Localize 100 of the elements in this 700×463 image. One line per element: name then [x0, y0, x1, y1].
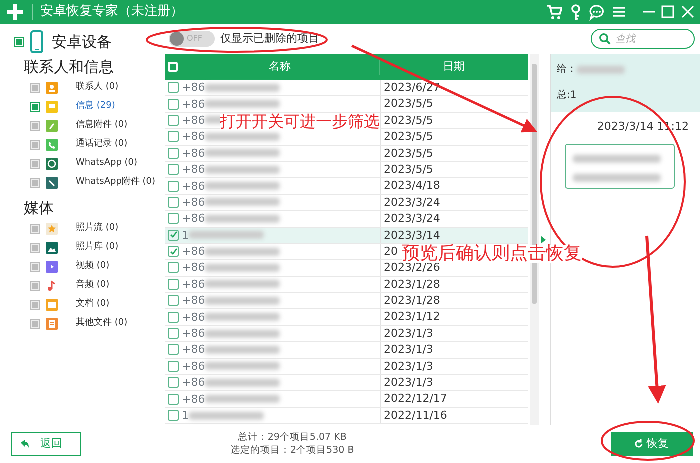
table-cell: 2023/5/5	[384, 130, 434, 144]
table-cell: +86	[182, 375, 206, 390]
row-checkbox[interactable]	[168, 98, 179, 110]
table-cell: +86	[182, 358, 206, 374]
category-checkbox[interactable]	[30, 280, 40, 290]
folder-icon	[46, 298, 58, 310]
category-item[interactable]: 信息 (29)	[76, 100, 116, 114]
table-cell: 2023/5/5	[384, 162, 434, 176]
annotation-text: 预览后确认则点击恢复	[402, 245, 582, 263]
back-arrow-icon	[20, 439, 30, 449]
row-checkbox[interactable]	[168, 312, 179, 323]
recipient-label: 给：	[557, 63, 577, 77]
category-item[interactable]: 其他文件 (0)	[76, 316, 128, 330]
row-checkbox[interactable]	[168, 213, 179, 224]
expand-handle-icon[interactable]	[541, 236, 546, 244]
category-checkbox[interactable]	[30, 159, 40, 169]
close-icon[interactable]	[680, 4, 694, 20]
row-checkbox[interactable]	[168, 394, 179, 405]
category-item[interactable]: WhatsApp (0)	[76, 157, 138, 171]
row-checkbox[interactable]	[168, 164, 179, 176]
row-checkbox[interactable]	[168, 131, 179, 142]
column-header: 名称	[268, 58, 292, 75]
selected-summary: 选定的项目：2个项目530 B	[230, 444, 354, 457]
category-item[interactable]: 联系人 (0)	[76, 81, 119, 95]
category-checkbox[interactable]	[30, 178, 40, 188]
table-cell: +86	[182, 211, 206, 226]
row-checkbox[interactable]	[168, 230, 179, 241]
table-cell: +86	[182, 129, 206, 144]
table-cell: +86	[182, 178, 206, 194]
table-cell: 2023/1/3	[384, 376, 434, 390]
device-checkbox[interactable]	[14, 37, 24, 47]
phone-icon	[30, 30, 44, 54]
table-cell: 2023/3/24	[384, 212, 440, 226]
row-checkbox[interactable]	[168, 148, 179, 159]
category-checkbox[interactable]	[30, 121, 40, 131]
category-item[interactable]: 照片流 (0)	[76, 222, 119, 236]
category-item[interactable]: 视频 (0)	[76, 260, 110, 274]
table-cell: +86	[182, 194, 206, 210]
category-checkbox[interactable]	[30, 83, 40, 93]
refresh-icon	[634, 439, 644, 449]
row-checkbox[interactable]	[168, 196, 179, 208]
row-checkbox[interactable]	[168, 295, 179, 306]
maximize-icon[interactable]	[661, 4, 675, 20]
category-heading: 媒体	[23, 198, 55, 218]
play-icon	[46, 260, 58, 272]
picture-icon	[46, 242, 58, 254]
cart-icon[interactable]	[546, 4, 562, 20]
category-checkbox[interactable]	[30, 300, 40, 310]
table-cell: +86	[182, 342, 206, 358]
table-cell: 2023/1/3	[384, 326, 434, 340]
select-all-checkbox[interactable]	[168, 62, 178, 72]
table-cell: +86	[182, 276, 206, 292]
table-cell: +86	[182, 326, 206, 342]
window-title: 安卓恢复专家（未注册）	[40, 3, 184, 22]
row-checkbox[interactable]	[168, 262, 179, 274]
category-item[interactable]: 文档 (0)	[76, 298, 110, 312]
row-checkbox[interactable]	[168, 344, 179, 356]
table-cell: 2023/6/27	[384, 81, 440, 94]
table-cell: 2022/11/16	[384, 408, 448, 422]
row-checkbox[interactable]	[168, 114, 179, 126]
row-checkbox[interactable]	[168, 180, 179, 192]
highlighted-row[interactable]: 1 2023/3/14	[165, 228, 528, 244]
table-cell: +86	[182, 293, 206, 308]
row-checkbox[interactable]	[168, 328, 179, 340]
category-item[interactable]: 照片库 (0)	[76, 240, 119, 254]
table-cell: +86	[182, 260, 206, 276]
table-cell: +86	[182, 146, 206, 161]
column-header: 日期	[379, 58, 528, 76]
category-checkbox[interactable]	[30, 242, 40, 252]
plus-logo-icon	[6, 3, 24, 21]
category-item[interactable]: 音频 (0)	[76, 278, 110, 292]
category-checkbox[interactable]	[30, 140, 40, 150]
row-checkbox[interactable]	[168, 246, 179, 258]
search-field[interactable]: 查找	[590, 29, 694, 49]
category-item[interactable]: WhatsApp附件 (0)	[76, 176, 156, 190]
category-checkbox[interactable]	[30, 318, 40, 328]
table-cell: 20	[384, 244, 398, 258]
table-cell: +86	[182, 96, 206, 112]
table-cell: 2023/2/26	[384, 261, 440, 274]
row-checkbox[interactable]	[168, 278, 179, 290]
category-heading: 联系人和信息	[23, 57, 115, 78]
table-cell: 2023/1/28	[384, 278, 440, 291]
category-checkbox[interactable]	[30, 224, 40, 234]
table-cell: 2023/5/5	[384, 146, 434, 160]
device-label[interactable]: 安卓设备	[52, 30, 112, 54]
search-icon	[598, 33, 610, 45]
contact-icon	[46, 82, 58, 94]
category-checkbox[interactable]	[30, 102, 40, 112]
row-checkbox[interactable]	[168, 360, 179, 372]
message-count: 总:1	[557, 88, 578, 103]
chat-icon[interactable]	[589, 4, 605, 20]
row-checkbox[interactable]	[168, 410, 179, 421]
category-checkbox[interactable]	[30, 262, 40, 272]
table-cell: 2023/3/24	[384, 196, 440, 209]
category-item[interactable]: 信息附件 (0)	[76, 119, 128, 133]
category-item[interactable]: 通话记录 (0)	[76, 138, 128, 152]
row-checkbox[interactable]	[168, 82, 179, 94]
annotation-text: 打开开关可进一步筛选	[220, 114, 380, 130]
message-icon	[46, 101, 58, 113]
row-checkbox[interactable]	[168, 377, 179, 388]
